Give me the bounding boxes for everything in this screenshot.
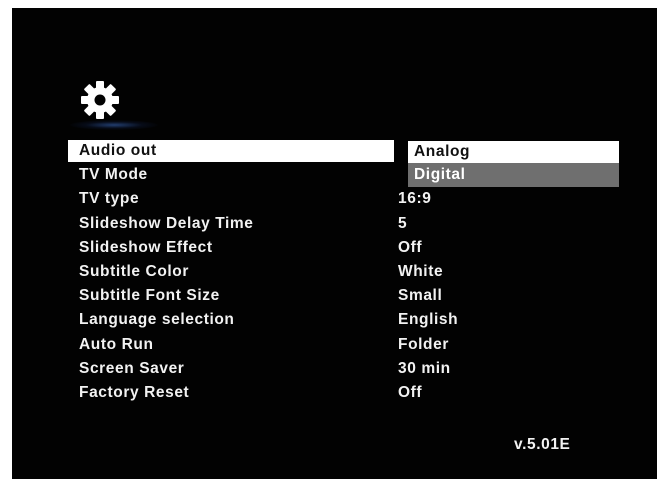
menu-item-value: English [398, 311, 459, 329]
menu-item-value: Folder [398, 335, 449, 353]
menu-item-value: White [398, 262, 444, 280]
dropdown-option-analog[interactable]: Analog [408, 141, 619, 163]
menu-item-label: TV Mode [79, 166, 148, 184]
menu-item-value: 5 [398, 214, 408, 232]
menu-item-label: Screen Saver [79, 359, 185, 377]
menu-item-value: Off [398, 383, 423, 401]
menu-item-label: Slideshow Effect [79, 238, 213, 256]
menu-item-tv-type[interactable]: TV type 16:9 [68, 188, 608, 212]
menu-item-screen-saver[interactable]: Screen Saver 30 min [68, 358, 608, 382]
firmware-version: v.5.01E [514, 436, 571, 453]
menu-item-label: Subtitle Color [79, 262, 190, 280]
menu-item-language-selection[interactable]: Language selection English [68, 309, 608, 333]
dropdown-option-digital[interactable]: Digital [408, 163, 619, 187]
menu-item-subtitle-font-size[interactable]: Subtitle Font Size Small [68, 285, 608, 309]
menu-item-value: Off [398, 238, 423, 256]
menu-item-subtitle-color[interactable]: Subtitle Color White [68, 261, 608, 285]
audio-out-dropdown[interactable]: Analog Digital [408, 141, 619, 187]
menu-item-value: 16:9 [398, 190, 432, 208]
gear-icon [81, 81, 119, 119]
menu-item-factory-reset[interactable]: Factory Reset Off [68, 382, 608, 406]
menu-item-value: 30 min [398, 359, 451, 377]
menu-item-label: Language selection [79, 311, 235, 329]
menu-item-slideshow-effect[interactable]: Slideshow Effect Off [68, 237, 608, 261]
menu-item-label: Auto Run [79, 335, 154, 353]
menu-item-value: Small [398, 287, 443, 305]
menu-item-label: Factory Reset [79, 383, 190, 401]
menu-item-auto-run[interactable]: Auto Run Folder [68, 334, 608, 358]
menu-item-label: Audio out [79, 142, 157, 159]
menu-item-label: Subtitle Font Size [79, 287, 220, 305]
menu-item-slideshow-delay-time[interactable]: Slideshow Delay Time 5 [68, 213, 608, 237]
gear-glow [70, 120, 158, 130]
menu-item-label: TV type [79, 190, 140, 208]
menu-item-label: Slideshow Delay Time [79, 214, 254, 232]
